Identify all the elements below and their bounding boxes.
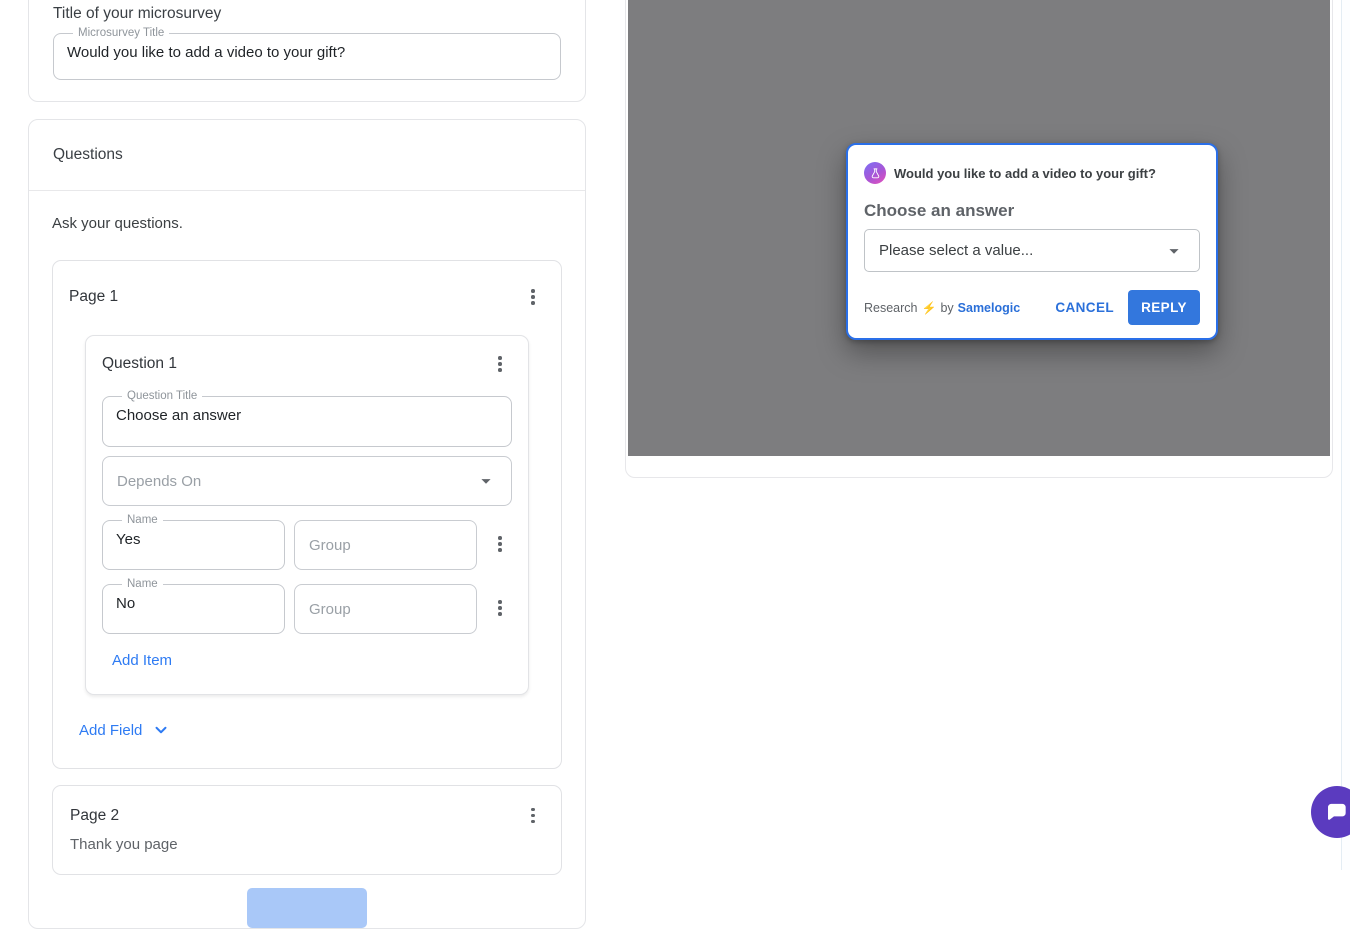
add-item-button[interactable]: Add Item [112, 652, 172, 669]
page2-subtitle: Thank you page [70, 835, 178, 853]
samelogic-flask-avatar-icon [864, 162, 886, 184]
question-title-value[interactable]: Choose an answer [115, 407, 499, 424]
item1-name-field[interactable]: Name Yes [102, 514, 285, 570]
scrollbar-track[interactable] [1341, 0, 1350, 870]
depends-on-select[interactable]: Depends On [102, 456, 512, 506]
dropdown-caret-icon [1169, 248, 1179, 254]
page2-card: Page 2 Thank you page [52, 784, 562, 875]
item1-name-value[interactable]: Yes [115, 531, 272, 548]
page2-title: Page 2 [70, 806, 120, 824]
add-field-button[interactable]: Add Field [79, 721, 170, 739]
item2-group-placeholder: Group [309, 600, 351, 618]
add-page-button[interactable] [247, 887, 367, 928]
question1-title: Question 1 [102, 355, 177, 372]
question1-header: Question 1 [102, 352, 512, 376]
microsurvey-title-field[interactable]: Microsurvey Title Would you like to add … [53, 27, 561, 80]
chat-bubble-icon [1328, 803, 1346, 820]
microsurvey-title-label: Microsurvey Title [78, 27, 165, 39]
question1-card: Question 1 Question Title Choose an answ… [85, 335, 529, 695]
page1-card: Page 1 Question 1 Question Title Choose … [52, 260, 562, 769]
microsurvey-title-panel: Title of your microsurvey Microsurvey Ti… [28, 0, 586, 102]
flask-icon [871, 167, 879, 178]
item1-group-field[interactable]: Group [294, 520, 477, 570]
answer-select-placeholder: Please select a value... [879, 242, 1034, 259]
question1-menu-icon[interactable] [488, 352, 512, 376]
page1-title: Page 1 [69, 288, 119, 305]
page2-menu-icon[interactable] [521, 804, 545, 828]
reply-button[interactable]: REPLY [1128, 290, 1200, 325]
cancel-button[interactable]: CANCEL [1055, 300, 1114, 315]
lightning-bolt-icon: ⚡ [921, 300, 937, 315]
item1-menu-icon[interactable] [488, 532, 512, 556]
answer-item-row: Name No Group [102, 578, 512, 634]
item2-menu-icon[interactable] [488, 596, 512, 620]
questions-panel: Questions Ask your questions. Page 1 Que… [28, 119, 586, 929]
page2-header: Page 2 [70, 804, 545, 828]
samelogic-link[interactable]: Samelogic [958, 301, 1021, 315]
page1-header: Page 1 [69, 285, 545, 309]
modal-prompt: Choose an answer [864, 201, 1015, 220]
question-title-field[interactable]: Question Title Choose an answer [102, 390, 512, 447]
questions-panel-content: Ask your questions. Page 1 Question 1 Qu… [29, 191, 585, 952]
questions-panel-header: Questions [29, 120, 585, 191]
questions-subheading: Ask your questions. [52, 215, 183, 232]
dropdown-caret-icon [481, 479, 491, 484]
survey-preview-modal: Would you like to add a video to your gi… [846, 143, 1218, 340]
powered-by: Research ⚡ by Samelogic [864, 300, 1021, 315]
answer-item-row: Name Yes Group [102, 514, 512, 570]
chat-launcher-button[interactable] [1311, 786, 1350, 838]
page1-menu-icon[interactable] [521, 285, 545, 309]
answer-select[interactable]: Please select a value... [864, 229, 1200, 272]
questions-heading: Questions [53, 146, 123, 163]
depends-on-placeholder: Depends On [117, 472, 202, 490]
modal-footer: Research ⚡ by Samelogic CANCEL REPLY [864, 290, 1200, 325]
item1-group-placeholder: Group [309, 536, 351, 554]
item2-name-field[interactable]: Name No [102, 578, 285, 634]
item2-group-field[interactable]: Group [294, 584, 477, 634]
microsurvey-title-value[interactable]: Would you like to add a video to your gi… [66, 44, 548, 61]
chevron-down-icon [155, 726, 167, 734]
modal-question-text: Would you like to add a video to your gi… [894, 165, 1156, 181]
title-panel-heading: Title of your microsurvey [53, 5, 222, 22]
modal-header: Would you like to add a video to your gi… [864, 162, 1200, 184]
item1-name-label: Name [127, 514, 158, 526]
item2-name-value[interactable]: No [115, 595, 272, 612]
question-title-label: Question Title [127, 390, 198, 402]
item2-name-label: Name [127, 578, 158, 590]
